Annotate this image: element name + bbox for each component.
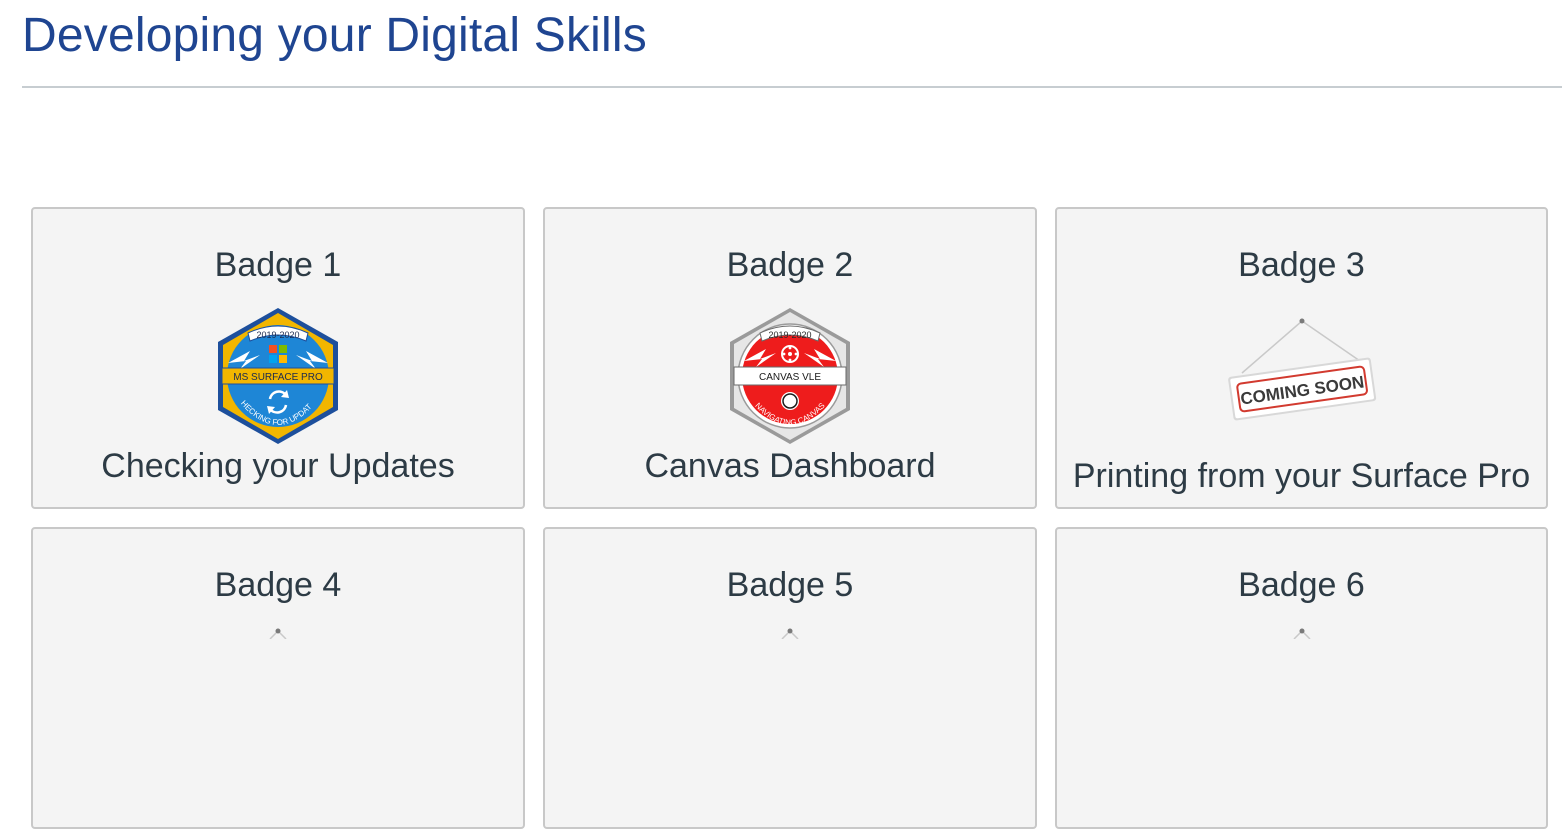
badge-year-text: 2019-2020 <box>256 330 299 340</box>
badge-card-2[interactable]: Badge 2 2019-2020 CANVAS VLE NAVIGATING … <box>543 207 1037 509</box>
badge-label: Badge 1 <box>214 246 342 284</box>
page-title: Developing your Digital Skills <box>22 9 647 62</box>
title-divider <box>22 86 1562 88</box>
badge-label: Badge 3 <box>1238 246 1365 284</box>
badge-card-3[interactable]: Badge 3 COMING SOON Printing from your S… <box>1055 207 1548 509</box>
canvas-logo-icon <box>781 345 799 363</box>
badge-label: Badge 4 <box>214 566 342 604</box>
ms-surface-badge-image[interactable]: 2019-2020 MS SURFACE PRO HECKING FOR UPD… <box>214 305 342 447</box>
badge-caption: Printing from your Surface Pro <box>1072 457 1531 495</box>
canvas-vle-badge-image[interactable]: 2019-2020 CANVAS VLE NAVIGATING CANVAS <box>726 305 854 447</box>
badge-card-6[interactable]: Badge 6 <box>1055 527 1548 829</box>
coming-soon-sign-image <box>268 627 288 639</box>
badge-banner-text: CANVAS VLE <box>759 372 821 383</box>
badge-card-1[interactable]: Badge 1 2019-2020 MS SURFACE PRO HECKING… <box>31 207 525 509</box>
badge-caption: Canvas Dashboard <box>644 447 936 485</box>
badge-banner-text: MS SURFACE PRO <box>233 372 323 383</box>
badge-year-text: 2019-2020 <box>768 330 811 340</box>
coming-soon-sign-image <box>780 627 800 639</box>
badge-card-5[interactable]: Badge 5 <box>543 527 1037 829</box>
nail-icon <box>1299 318 1304 324</box>
coming-soon-sign-image <box>1292 627 1312 639</box>
compass-icon <box>781 392 799 410</box>
badge-label: Badge 5 <box>726 566 854 604</box>
badge-label: Badge 2 <box>726 246 854 284</box>
badge-grid: Badge 1 2019-2020 MS SURFACE PRO HECKING… <box>31 207 1548 829</box>
badge-card-4[interactable]: Badge 4 <box>31 527 525 829</box>
badge-caption: Checking your Updates <box>101 447 455 485</box>
badge-label: Badge 6 <box>1238 566 1365 604</box>
coming-soon-sign-image: COMING SOON <box>1222 313 1382 433</box>
